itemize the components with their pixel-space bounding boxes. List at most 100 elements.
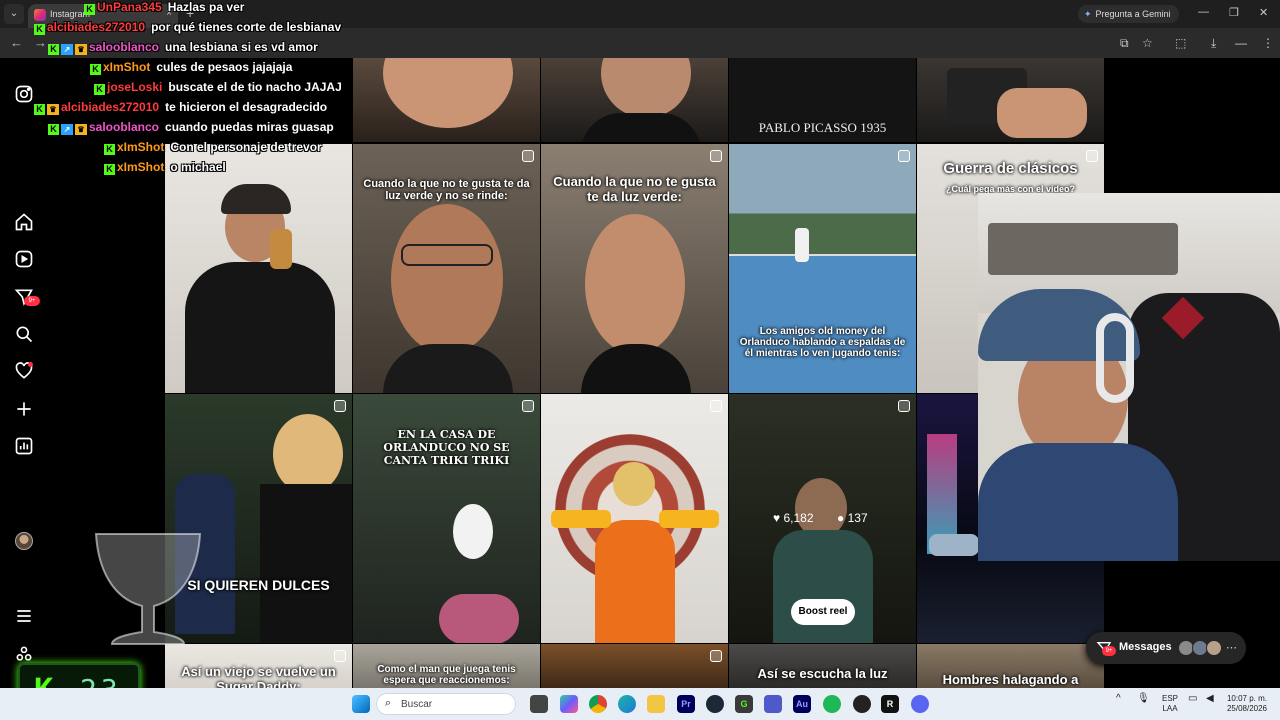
sparkle-icon: ✦ (1084, 9, 1092, 19)
reel-tile[interactable] (353, 58, 540, 142)
chat-username[interactable]: joseLoski (107, 80, 162, 94)
more-icon[interactable] (14, 644, 34, 664)
reels-icon[interactable] (14, 249, 34, 269)
game-app-icon[interactable]: G (735, 695, 753, 713)
webcam-overlay (978, 193, 1280, 561)
more-dots-icon[interactable]: ⋯ (1226, 641, 1237, 654)
messages-pill[interactable]: 9+ Messages ⋯ (1086, 632, 1246, 664)
browser-menu-icon[interactable]: ⋮ (1262, 36, 1274, 50)
reel-icon (334, 400, 346, 412)
comments-count: 137 (847, 511, 868, 525)
network-icon[interactable]: ▭ (1188, 694, 1197, 704)
spotify-icon[interactable] (823, 695, 841, 713)
edge-icon[interactable] (618, 695, 636, 713)
taskbar-search[interactable]: ⌕ Buscar (376, 693, 516, 715)
chat-message: KxImShot o michael (104, 158, 226, 176)
reel-tile[interactable]: Cuando la que no te gusta te da luz verd… (353, 144, 540, 393)
minimize-button[interactable]: — (1198, 6, 1209, 18)
tray-overflow-icon[interactable]: ^ (1116, 694, 1121, 704)
chat-message: KjoseLoski buscate el de tio nacho JAJAJ (94, 78, 342, 96)
reel-tile[interactable]: Hombres halagando a (917, 644, 1104, 688)
forward-button[interactable]: → (34, 35, 47, 50)
home-icon[interactable] (14, 212, 34, 232)
reel-caption: EN LA CASA DE ORLANDUCO NO SE CANTA TRIK… (383, 428, 510, 467)
comment-icon: ● (837, 511, 845, 525)
dashboard-icon[interactable] (14, 436, 34, 456)
volume-icon[interactable]: ◀ (1206, 694, 1214, 704)
boost-reel-button[interactable]: Boost reel (791, 599, 855, 625)
obs-icon[interactable] (853, 695, 871, 713)
windows-start-icon[interactable] (352, 695, 370, 713)
candy-pile (439, 594, 519, 643)
kick-badge-icon: K (94, 84, 105, 95)
reel-tile[interactable]: Así se escucha la luz (729, 644, 916, 688)
reel-tile[interactable]: Los amigos old money del Orlanduco habla… (729, 144, 916, 393)
download-icon[interactable]: ⤓ (1211, 36, 1216, 51)
reel-tile[interactable]: Cuando la que no te gusta te da luz verd… (541, 144, 728, 393)
shirt (185, 262, 335, 393)
extensions-icon[interactable]: ⬚ (1175, 36, 1186, 50)
steam-icon[interactable] (706, 695, 724, 713)
cast-icon[interactable]: ⧉ (1120, 36, 1129, 51)
tab-search-button[interactable]: ⌄ (4, 4, 24, 24)
close-window-button[interactable]: ✕ (1259, 6, 1268, 19)
create-icon[interactable] (14, 399, 34, 419)
chrome-icon[interactable] (589, 695, 607, 713)
instagram-logo-icon[interactable] (14, 84, 34, 104)
chat-text: o michael (170, 160, 226, 174)
bookmark-star-icon[interactable]: ☆ (1142, 36, 1153, 50)
reel-icon (710, 650, 722, 662)
maximize-button[interactable]: ❐ (1229, 6, 1239, 19)
reel-tile[interactable]: EN LA CASA DE ORLANDUCO NO SE CANTA TRIK… (353, 394, 540, 643)
back-button[interactable]: ← (10, 35, 23, 50)
clock[interactable]: 10:07 p. m. 25/08/2026 (1222, 694, 1272, 714)
chat-text: cules de pesaos jajajaja (156, 60, 293, 74)
chat-message: K ♛ alcibiades272010 te hicieron el desagra… (34, 98, 327, 116)
copilot-icon[interactable] (560, 695, 578, 713)
heart-icon: ♥ (773, 511, 781, 525)
chat-username[interactable]: xImShot (103, 60, 150, 74)
chat-username[interactable]: UnPana345 (97, 0, 162, 14)
reel-tile[interactable]: PABLO PICASSO 1935 (729, 58, 916, 142)
clock-time: 10:07 p. m. (1226, 694, 1268, 703)
chat-username[interactable]: salooblanco (89, 120, 159, 134)
reel-tile[interactable]: ♥ 6,182 ● 137 Boost reel (729, 394, 916, 643)
collapse-icon[interactable]: — (1235, 36, 1247, 50)
reel-tile[interactable] (165, 144, 352, 393)
file-explorer-icon[interactable] (647, 695, 665, 713)
premiere-icon[interactable]: Pr (677, 695, 695, 713)
instagram-sidebar: 9+ (0, 58, 48, 688)
reel-icon (522, 150, 534, 162)
chat-username[interactable]: alcibiades272010 (47, 20, 145, 34)
menu-icon[interactable] (14, 606, 34, 626)
teams-icon[interactable] (764, 695, 782, 713)
messages-label: Messages (1119, 641, 1172, 653)
profile-avatar[interactable] (15, 532, 33, 550)
r-app-icon[interactable]: R (881, 695, 899, 713)
discord-icon[interactable] (911, 695, 929, 713)
chat-text: te hicieron el desagradecido (165, 100, 328, 114)
search-icon[interactable] (14, 324, 34, 344)
clock-date: 25/08/2026 (1226, 704, 1268, 713)
reel-tile[interactable]: Como el man que juega tenis espera que r… (353, 644, 540, 688)
ask-gemini-button[interactable]: ✦ Pregunta a Gemini (1078, 5, 1179, 23)
language-indicator[interactable]: ESP LAA (1158, 694, 1182, 714)
chat-message: KxImShot cules de pesaos jajajaja (90, 58, 292, 76)
task-view-icon[interactable] (530, 695, 548, 713)
reel-tile[interactable]: Así un viejo se vuelve un Sugar Daddy: (165, 644, 352, 688)
messages-badge: 9+ (24, 296, 40, 306)
reel-tile[interactable] (541, 644, 728, 688)
chat-username[interactable]: salooblanco (89, 40, 159, 54)
chat-username[interactable]: xImShot (117, 140, 164, 154)
reel-tile[interactable] (917, 58, 1104, 142)
chat-username[interactable]: alcibiades272010 (61, 100, 159, 114)
chat-username[interactable]: xImShot (117, 160, 164, 174)
kick-badge-icon: K (104, 144, 115, 155)
reel-tile[interactable] (541, 58, 728, 142)
microphone-icon[interactable]: 🎙 (1137, 694, 1150, 704)
reel-caption-title: Guerra de clásicos (943, 160, 1078, 177)
reel-tile[interactable] (541, 394, 728, 643)
sub-badge-icon: ↗ (61, 124, 73, 135)
reel-icon (710, 150, 722, 162)
audition-icon[interactable]: Au (793, 695, 811, 713)
